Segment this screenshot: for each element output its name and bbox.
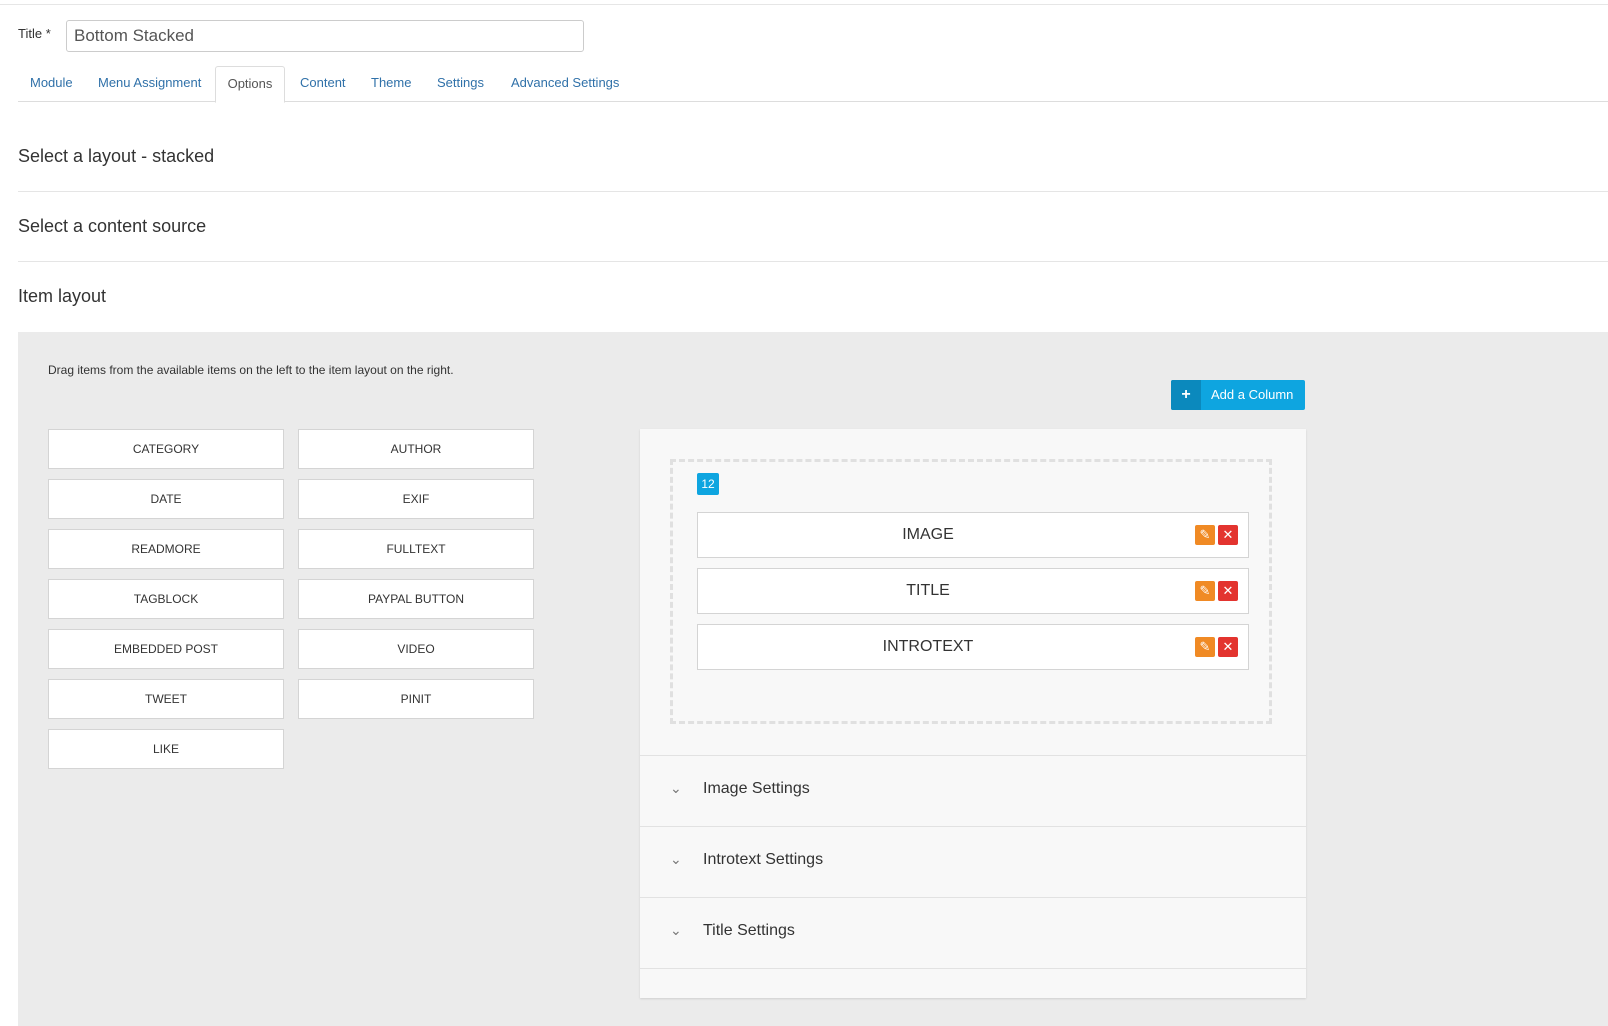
source-section[interactable]: Select a content source bbox=[18, 192, 1608, 262]
title-input[interactable] bbox=[66, 20, 584, 52]
accordion-title-settings[interactable]: ⌄ Title Settings bbox=[640, 897, 1306, 968]
layout-item-label: INTROTEXT bbox=[882, 638, 974, 655]
title-label: Title * bbox=[18, 26, 51, 41]
add-column-button[interactable]: + Add a Column bbox=[1171, 380, 1305, 410]
available-item-paypal-button[interactable]: PAYPAL BUTTON bbox=[298, 579, 534, 619]
available-item-tweet[interactable]: TWEET bbox=[48, 679, 284, 719]
available-item-tagblock[interactable]: TAGBLOCK bbox=[48, 579, 284, 619]
item-layout-builder: Drag items from the available items on t… bbox=[18, 332, 1608, 1026]
available-item-category[interactable]: CATEGORY bbox=[48, 429, 284, 469]
available-item-pinit[interactable]: PINIT bbox=[298, 679, 534, 719]
close-icon[interactable]: ✕ bbox=[1218, 525, 1238, 545]
available-item-author[interactable]: AUTHOR bbox=[298, 429, 534, 469]
layout-section-title: Select a layout - stacked bbox=[18, 146, 215, 166]
tab-theme[interactable]: Theme bbox=[359, 66, 423, 102]
layout-item-label: TITLE bbox=[906, 582, 950, 599]
item-layout-section[interactable]: Item layout bbox=[18, 262, 1608, 332]
accordion-bottom-divider bbox=[640, 968, 1306, 969]
layout-item-label: IMAGE bbox=[902, 526, 954, 543]
add-column-label: Add a Column bbox=[1211, 387, 1294, 402]
chevron-down-icon: ⌄ bbox=[670, 851, 682, 867]
accordion-label: Introtext Settings bbox=[703, 851, 824, 868]
column-dropzone[interactable]: 12 IMAGE ✎ ✕ TITLE ✎ ✕ INTROTEXT ✎ ✕ bbox=[670, 459, 1272, 724]
top-divider bbox=[0, 4, 1608, 5]
available-item-date[interactable]: DATE bbox=[48, 479, 284, 519]
tab-content[interactable]: Content bbox=[288, 66, 358, 102]
column-width-badge[interactable]: 12 bbox=[697, 473, 719, 495]
available-item-embedded-post[interactable]: EMBEDDED POST bbox=[48, 629, 284, 669]
layout-item-introtext[interactable]: INTROTEXT ✎ ✕ bbox=[697, 624, 1249, 670]
pencil-icon[interactable]: ✎ bbox=[1195, 525, 1215, 545]
available-item-readmore[interactable]: READMORE bbox=[48, 529, 284, 569]
available-item-video[interactable]: VIDEO bbox=[298, 629, 534, 669]
tab-module[interactable]: Module bbox=[18, 66, 85, 102]
pencil-icon[interactable]: ✎ bbox=[1195, 581, 1215, 601]
layout-item-image[interactable]: IMAGE ✎ ✕ bbox=[697, 512, 1249, 558]
tab-bar: Module Menu Assignment Options Content T… bbox=[18, 66, 1608, 103]
source-section-title: Select a content source bbox=[18, 216, 207, 236]
pencil-icon[interactable]: ✎ bbox=[1195, 637, 1215, 657]
chevron-down-icon: ⌄ bbox=[670, 780, 682, 796]
layout-item-title[interactable]: TITLE ✎ ✕ bbox=[697, 568, 1249, 614]
item-layout-panel: 12 IMAGE ✎ ✕ TITLE ✎ ✕ INTROTEXT ✎ ✕ ⌄ I… bbox=[640, 429, 1306, 998]
accordion-label: Image Settings bbox=[703, 780, 810, 797]
accordion-label: Title Settings bbox=[703, 922, 795, 939]
available-item-fulltext[interactable]: FULLTEXT bbox=[298, 529, 534, 569]
accordion-introtext-settings[interactable]: ⌄ Introtext Settings bbox=[640, 826, 1306, 897]
tab-settings[interactable]: Settings bbox=[425, 66, 496, 102]
tab-options[interactable]: Options bbox=[215, 66, 285, 103]
builder-hint: Drag items from the available items on t… bbox=[48, 363, 454, 377]
close-icon[interactable]: ✕ bbox=[1218, 637, 1238, 657]
tab-menu-assignment[interactable]: Menu Assignment bbox=[86, 66, 213, 102]
available-item-like[interactable]: LIKE bbox=[48, 729, 284, 769]
layout-section[interactable]: Select a layout - stacked bbox=[18, 122, 1608, 192]
accordion-image-settings[interactable]: ⌄ Image Settings bbox=[640, 755, 1306, 826]
plus-icon: + bbox=[1171, 380, 1201, 410]
chevron-down-icon: ⌄ bbox=[670, 922, 682, 938]
close-icon[interactable]: ✕ bbox=[1218, 581, 1238, 601]
available-item-exif[interactable]: EXIF bbox=[298, 479, 534, 519]
tab-advanced-settings[interactable]: Advanced Settings bbox=[499, 66, 631, 102]
item-layout-section-title: Item layout bbox=[18, 286, 107, 306]
